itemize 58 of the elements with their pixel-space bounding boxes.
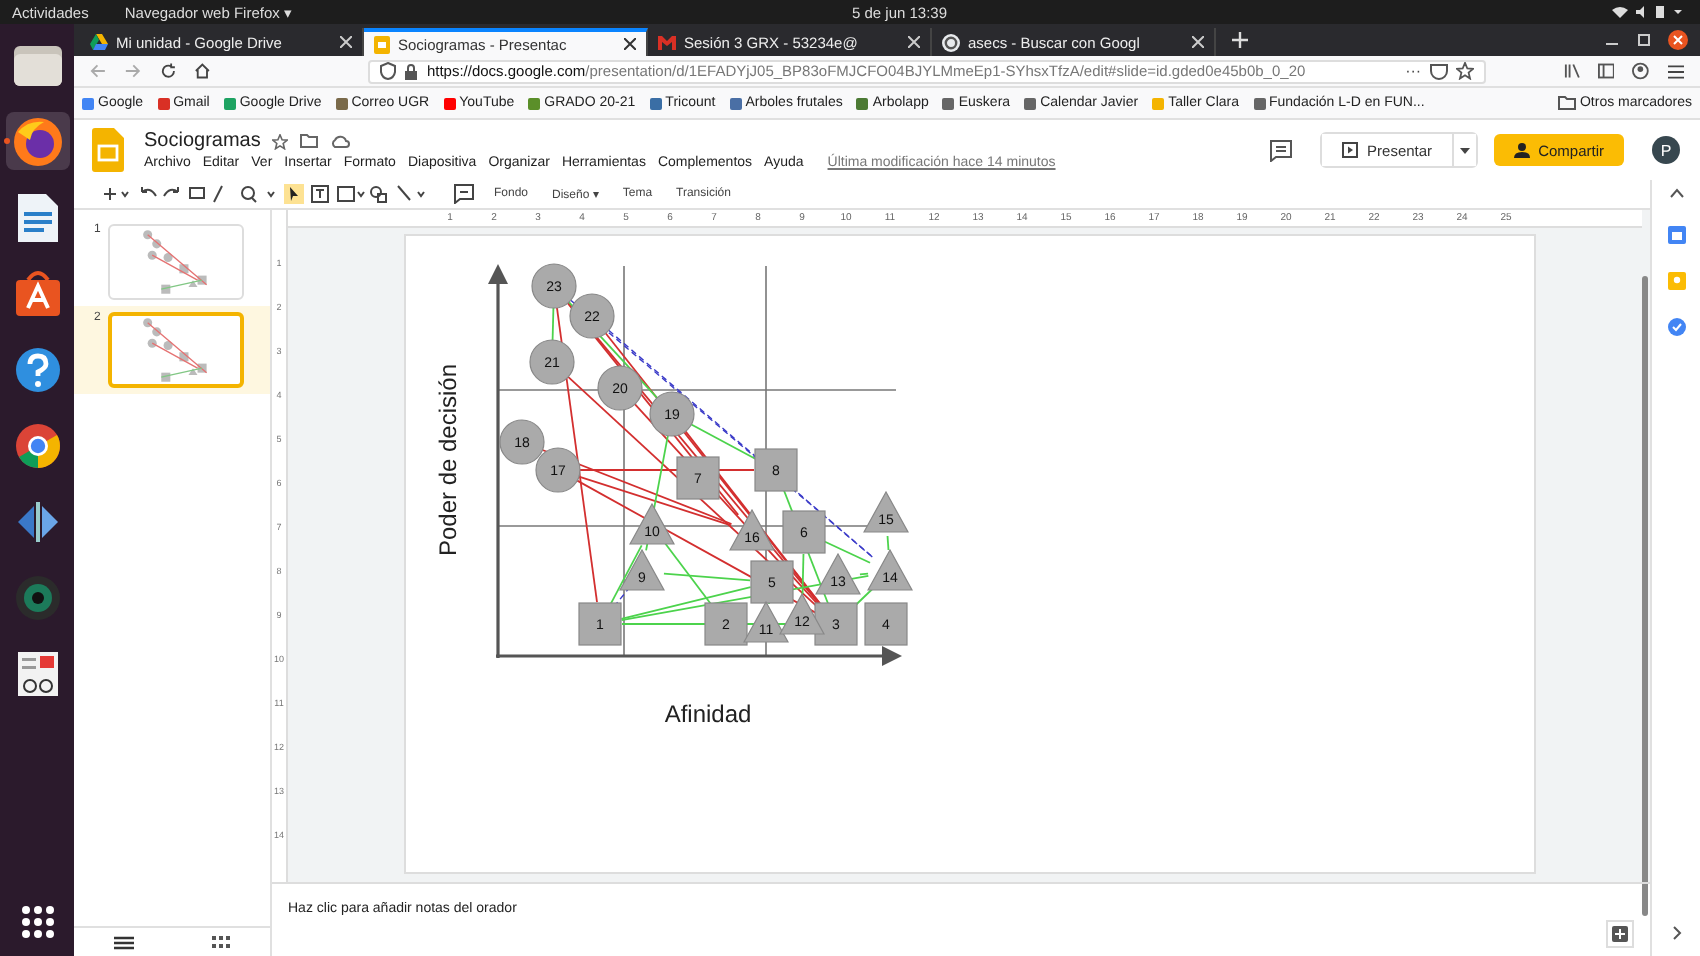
- add-button[interactable]: [1606, 920, 1634, 948]
- help-icon[interactable]: [13, 345, 61, 393]
- document-viewer-icon[interactable]: [15, 649, 59, 697]
- pocket-icon[interactable]: [1429, 63, 1448, 79]
- account-icon[interactable]: [1632, 62, 1650, 80]
- slide-thumbnail[interactable]: [108, 312, 245, 388]
- close-window-icon[interactable]: [1668, 30, 1688, 50]
- cloud-icon: [330, 134, 351, 148]
- calendar-icon[interactable]: [1667, 226, 1685, 244]
- star-icon[interactable]: [272, 133, 289, 149]
- home-icon[interactable]: [194, 62, 211, 80]
- camera-lens-icon[interactable]: [13, 573, 61, 621]
- sidebar-icon[interactable]: [1597, 62, 1615, 80]
- library-icon[interactable]: [1563, 62, 1580, 80]
- collapse-caret-icon[interactable]: [1669, 188, 1683, 198]
- scrollbar[interactable]: [1642, 276, 1648, 916]
- caret-icon: [1460, 147, 1471, 153]
- account-avatar[interactable]: P: [1652, 136, 1680, 164]
- drive-icon: [90, 34, 108, 50]
- thumbnail-diagram-drawing: [142, 316, 211, 384]
- list-view-icon[interactable]: [113, 935, 134, 949]
- grid-view-icon[interactable]: [212, 935, 231, 949]
- running-indicator: [3, 138, 9, 144]
- app-grid-icon[interactable]: [19, 904, 55, 940]
- star-icon[interactable]: [1455, 62, 1474, 80]
- tasks-icon[interactable]: [1667, 318, 1685, 336]
- arrows-icon[interactable]: [13, 499, 61, 543]
- mail-icon: [658, 35, 676, 49]
- slide-thumbnail[interactable]: [108, 224, 245, 300]
- y-axis-label: Poder de decisión: [434, 363, 462, 557]
- folder-icon[interactable]: [11, 41, 63, 89]
- play-icon: [1341, 142, 1358, 158]
- plus-icon: [1612, 926, 1628, 942]
- menu-icon[interactable]: [1667, 63, 1684, 79]
- document-icon[interactable]: [15, 191, 59, 243]
- folder-icon: [1557, 96, 1576, 110]
- browser-icon[interactable]: [11, 115, 63, 167]
- chrome-icon[interactable]: [13, 421, 61, 469]
- search-engine-icon: [942, 33, 960, 51]
- person-icon: [1514, 142, 1531, 158]
- shopping-bag-icon[interactable]: [13, 269, 61, 317]
- present-options-button[interactable]: [1454, 134, 1477, 166]
- comment-add-icon[interactable]: [454, 184, 474, 204]
- folder-icon[interactable]: [300, 134, 319, 148]
- page-actions-button[interactable]: ···: [1405, 62, 1422, 80]
- lock-icon: [404, 63, 419, 79]
- shield-icon: [380, 62, 397, 80]
- comment-icon[interactable]: [1269, 139, 1292, 161]
- thumbnail-diagram-drawing: [142, 228, 211, 296]
- close-icon[interactable]: [624, 38, 636, 50]
- new-tab-icon[interactable]: [1232, 32, 1248, 48]
- connection-line: [886, 535, 890, 551]
- maximize-icon[interactable]: [1636, 32, 1652, 48]
- expand-caret-icon[interactable]: [1671, 926, 1681, 940]
- document-title[interactable]: Sociogramas: [144, 130, 261, 152]
- system-tray-icon[interactable]: [1608, 4, 1688, 20]
- x-axis-label: Afinidad: [664, 700, 752, 728]
- reload-icon[interactable]: [159, 62, 177, 80]
